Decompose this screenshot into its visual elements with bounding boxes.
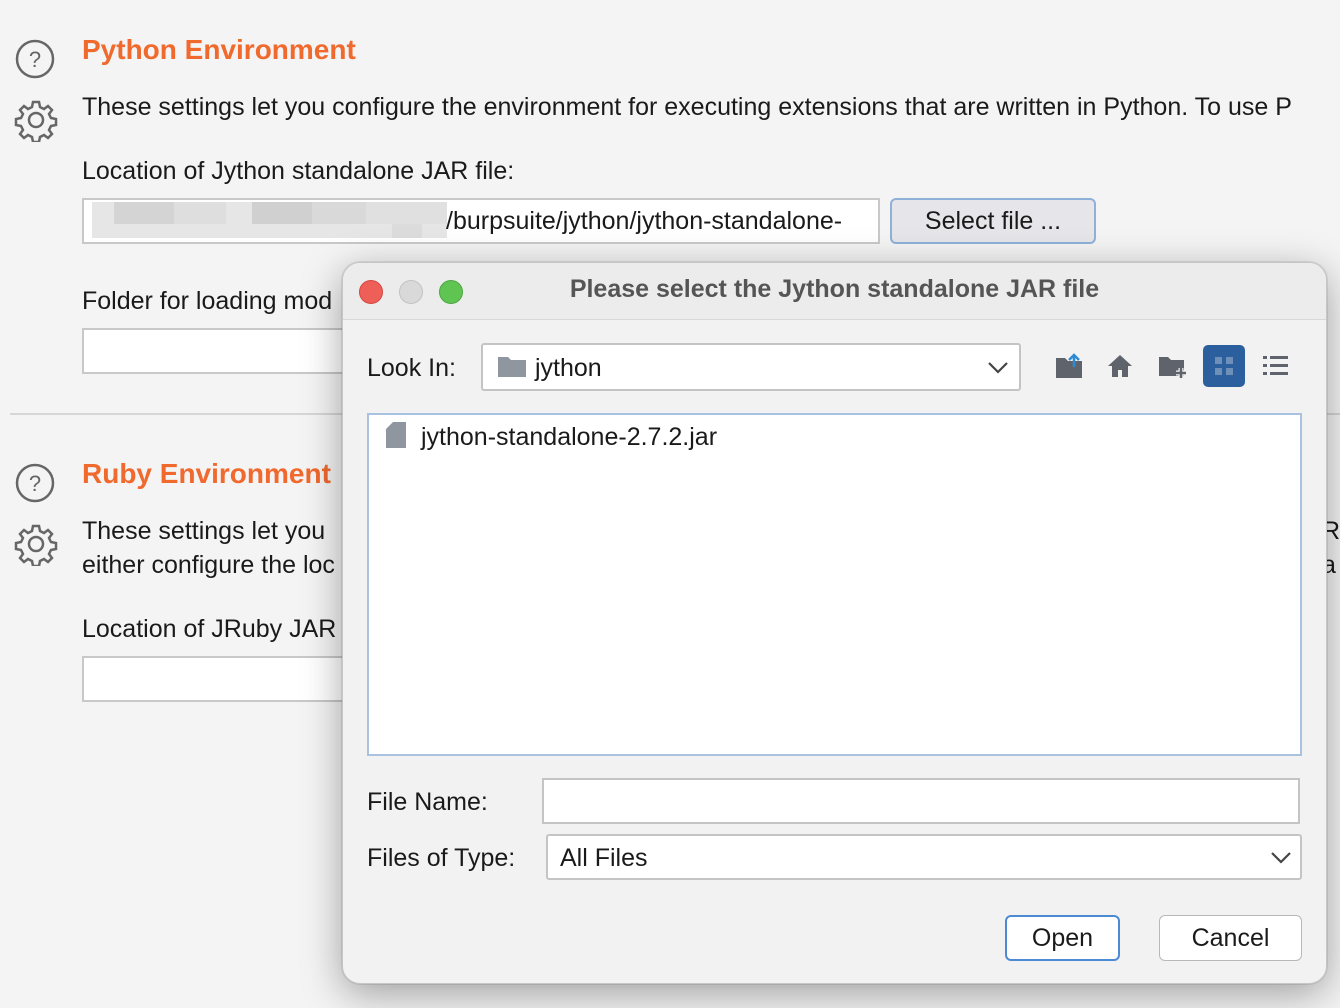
ruby-description-line2: either configure the loc [82, 551, 335, 579]
python-section-title: Python Environment [82, 34, 356, 65]
modules-folder-field[interactable] [82, 328, 362, 374]
file-name-label: File Name: [367, 788, 488, 816]
chevron-down-icon [1270, 849, 1292, 870]
select-file-button[interactable]: Select file ... [890, 198, 1096, 244]
gear-icon[interactable] [14, 98, 58, 147]
list-item[interactable]: jython-standalone-2.7.2.jar [385, 421, 717, 453]
help-icon[interactable]: ? [14, 462, 56, 509]
dialog-titlebar: Please select the Jython standalone JAR … [343, 263, 1326, 320]
file-list[interactable]: jython-standalone-2.7.2.jar [367, 413, 1302, 756]
look-in-value: jython [535, 354, 602, 382]
list-view-icon[interactable] [1255, 345, 1297, 387]
jython-jar-path-text: /burpsuite/jython/jython-standalone- [446, 207, 843, 235]
gear-icon[interactable] [14, 522, 58, 571]
cancel-button[interactable]: Cancel [1159, 915, 1302, 961]
modules-folder-label: Folder for loading mod [82, 287, 333, 315]
svg-text:?: ? [29, 47, 41, 72]
jython-jar-label: Location of Jython standalone JAR file: [82, 157, 515, 185]
open-button[interactable]: Open [1005, 915, 1120, 961]
up-folder-icon[interactable] [1048, 345, 1090, 387]
files-of-type-dropdown[interactable]: All Files [546, 834, 1302, 880]
jruby-jar-label: Location of JRuby JAR [82, 615, 337, 643]
dialog-title: Please select the Jython standalone JAR … [569, 275, 1100, 303]
jruby-jar-path-field[interactable] [82, 656, 362, 702]
file-name: jython-standalone-2.7.2.jar [421, 422, 718, 451]
help-icon[interactable]: ? [14, 38, 56, 85]
look-in-label: Look In: [367, 354, 456, 382]
chevron-down-icon [987, 359, 1009, 380]
file-name-input[interactable] [542, 778, 1300, 824]
files-of-type-label: Files of Type: [367, 844, 516, 872]
look-in-dropdown[interactable]: jython [481, 343, 1021, 391]
file-chooser-dialog: Please select the Jython standalone JAR … [342, 262, 1327, 984]
files-of-type-value: All Files [560, 844, 648, 872]
file-icon [385, 421, 407, 454]
folder-icon [497, 354, 527, 383]
python-description: These settings let you configure the env… [82, 93, 1292, 121]
home-icon[interactable] [1099, 345, 1141, 387]
redacted-path-block [92, 202, 447, 238]
new-folder-icon[interactable] [1152, 345, 1194, 387]
ruby-section-title: Ruby Environment [82, 458, 331, 489]
jython-jar-path-field[interactable]: /burpsuite/jython/jython-standalone- [82, 198, 880, 244]
grid-view-icon[interactable] [1203, 345, 1245, 387]
ruby-description-line1: These settings let you [82, 517, 326, 545]
svg-text:?: ? [29, 471, 41, 496]
